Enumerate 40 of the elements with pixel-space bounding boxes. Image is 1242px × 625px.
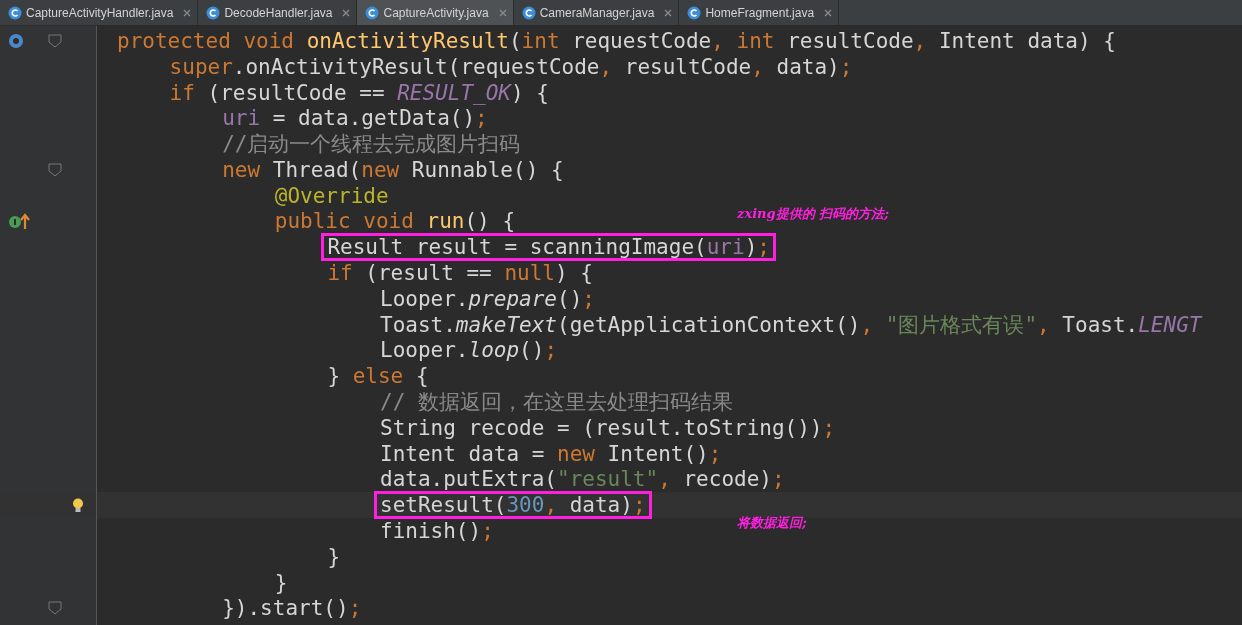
code-line: @Override	[273, 182, 390, 210]
editor-tab[interactable]: CaptureActivity.java	[357, 0, 514, 25]
code-line: Looper.prepare();	[379, 285, 596, 313]
code-line: } else {	[326, 363, 430, 391]
lightbulb-icon[interactable]	[72, 497, 84, 513]
code-line: protected void onActivityResult(int requestCode, int resultCode, Intent data) {	[116, 27, 1117, 55]
code-line: super.onActivityResult(requestCode, resultCode, data);	[168, 53, 854, 81]
close-icon[interactable]	[498, 8, 507, 17]
close-icon[interactable]	[664, 8, 673, 17]
code-line: uri = data.getData();	[221, 105, 489, 133]
code-line: // 数据返回，在这里去处理扫码结果	[379, 389, 734, 417]
code-line: public void run() {	[273, 208, 517, 236]
class-file-icon	[365, 5, 380, 20]
implements-marker-icon[interactable]	[8, 212, 30, 231]
override-marker-icon[interactable]	[8, 32, 24, 49]
code-line: String recode = (result.toString());	[379, 414, 837, 442]
annotation-note: zxing提供的 扫码的方法;	[737, 204, 889, 223]
fold-icon[interactable]	[48, 601, 62, 616]
code-line: Looper.loop();	[379, 337, 559, 365]
code-line: if (result == null) {	[326, 260, 594, 288]
code-line: Intent data = new Intent();	[379, 440, 723, 468]
annotation-note: 将数据返回;	[737, 514, 807, 533]
code-line: Toast.makeText(getApplicationContext(), "图片格式有误", Toast.LENGT	[379, 311, 1204, 339]
code-line: //启动一个线程去完成图片扫码	[221, 131, 522, 159]
code-line: }).start();	[221, 595, 363, 623]
class-file-icon	[687, 5, 702, 20]
fold-icon[interactable]	[48, 33, 62, 48]
fold-icon[interactable]	[48, 162, 62, 177]
close-icon[interactable]	[183, 8, 192, 17]
class-file-icon	[8, 5, 22, 20]
code-line: finish();	[379, 518, 495, 546]
code-line: }	[273, 569, 289, 597]
code-line: new Thread(new Runnable() {	[221, 156, 565, 184]
class-file-icon	[521, 5, 536, 20]
close-icon[interactable]	[824, 8, 833, 17]
code-line: }	[326, 543, 342, 571]
class-file-icon	[206, 5, 221, 20]
code-line: data.putExtra("result", recode);	[379, 466, 786, 494]
close-icon[interactable]	[342, 8, 351, 17]
code-line: if (resultCode == RESULT_OK) {	[168, 79, 550, 107]
